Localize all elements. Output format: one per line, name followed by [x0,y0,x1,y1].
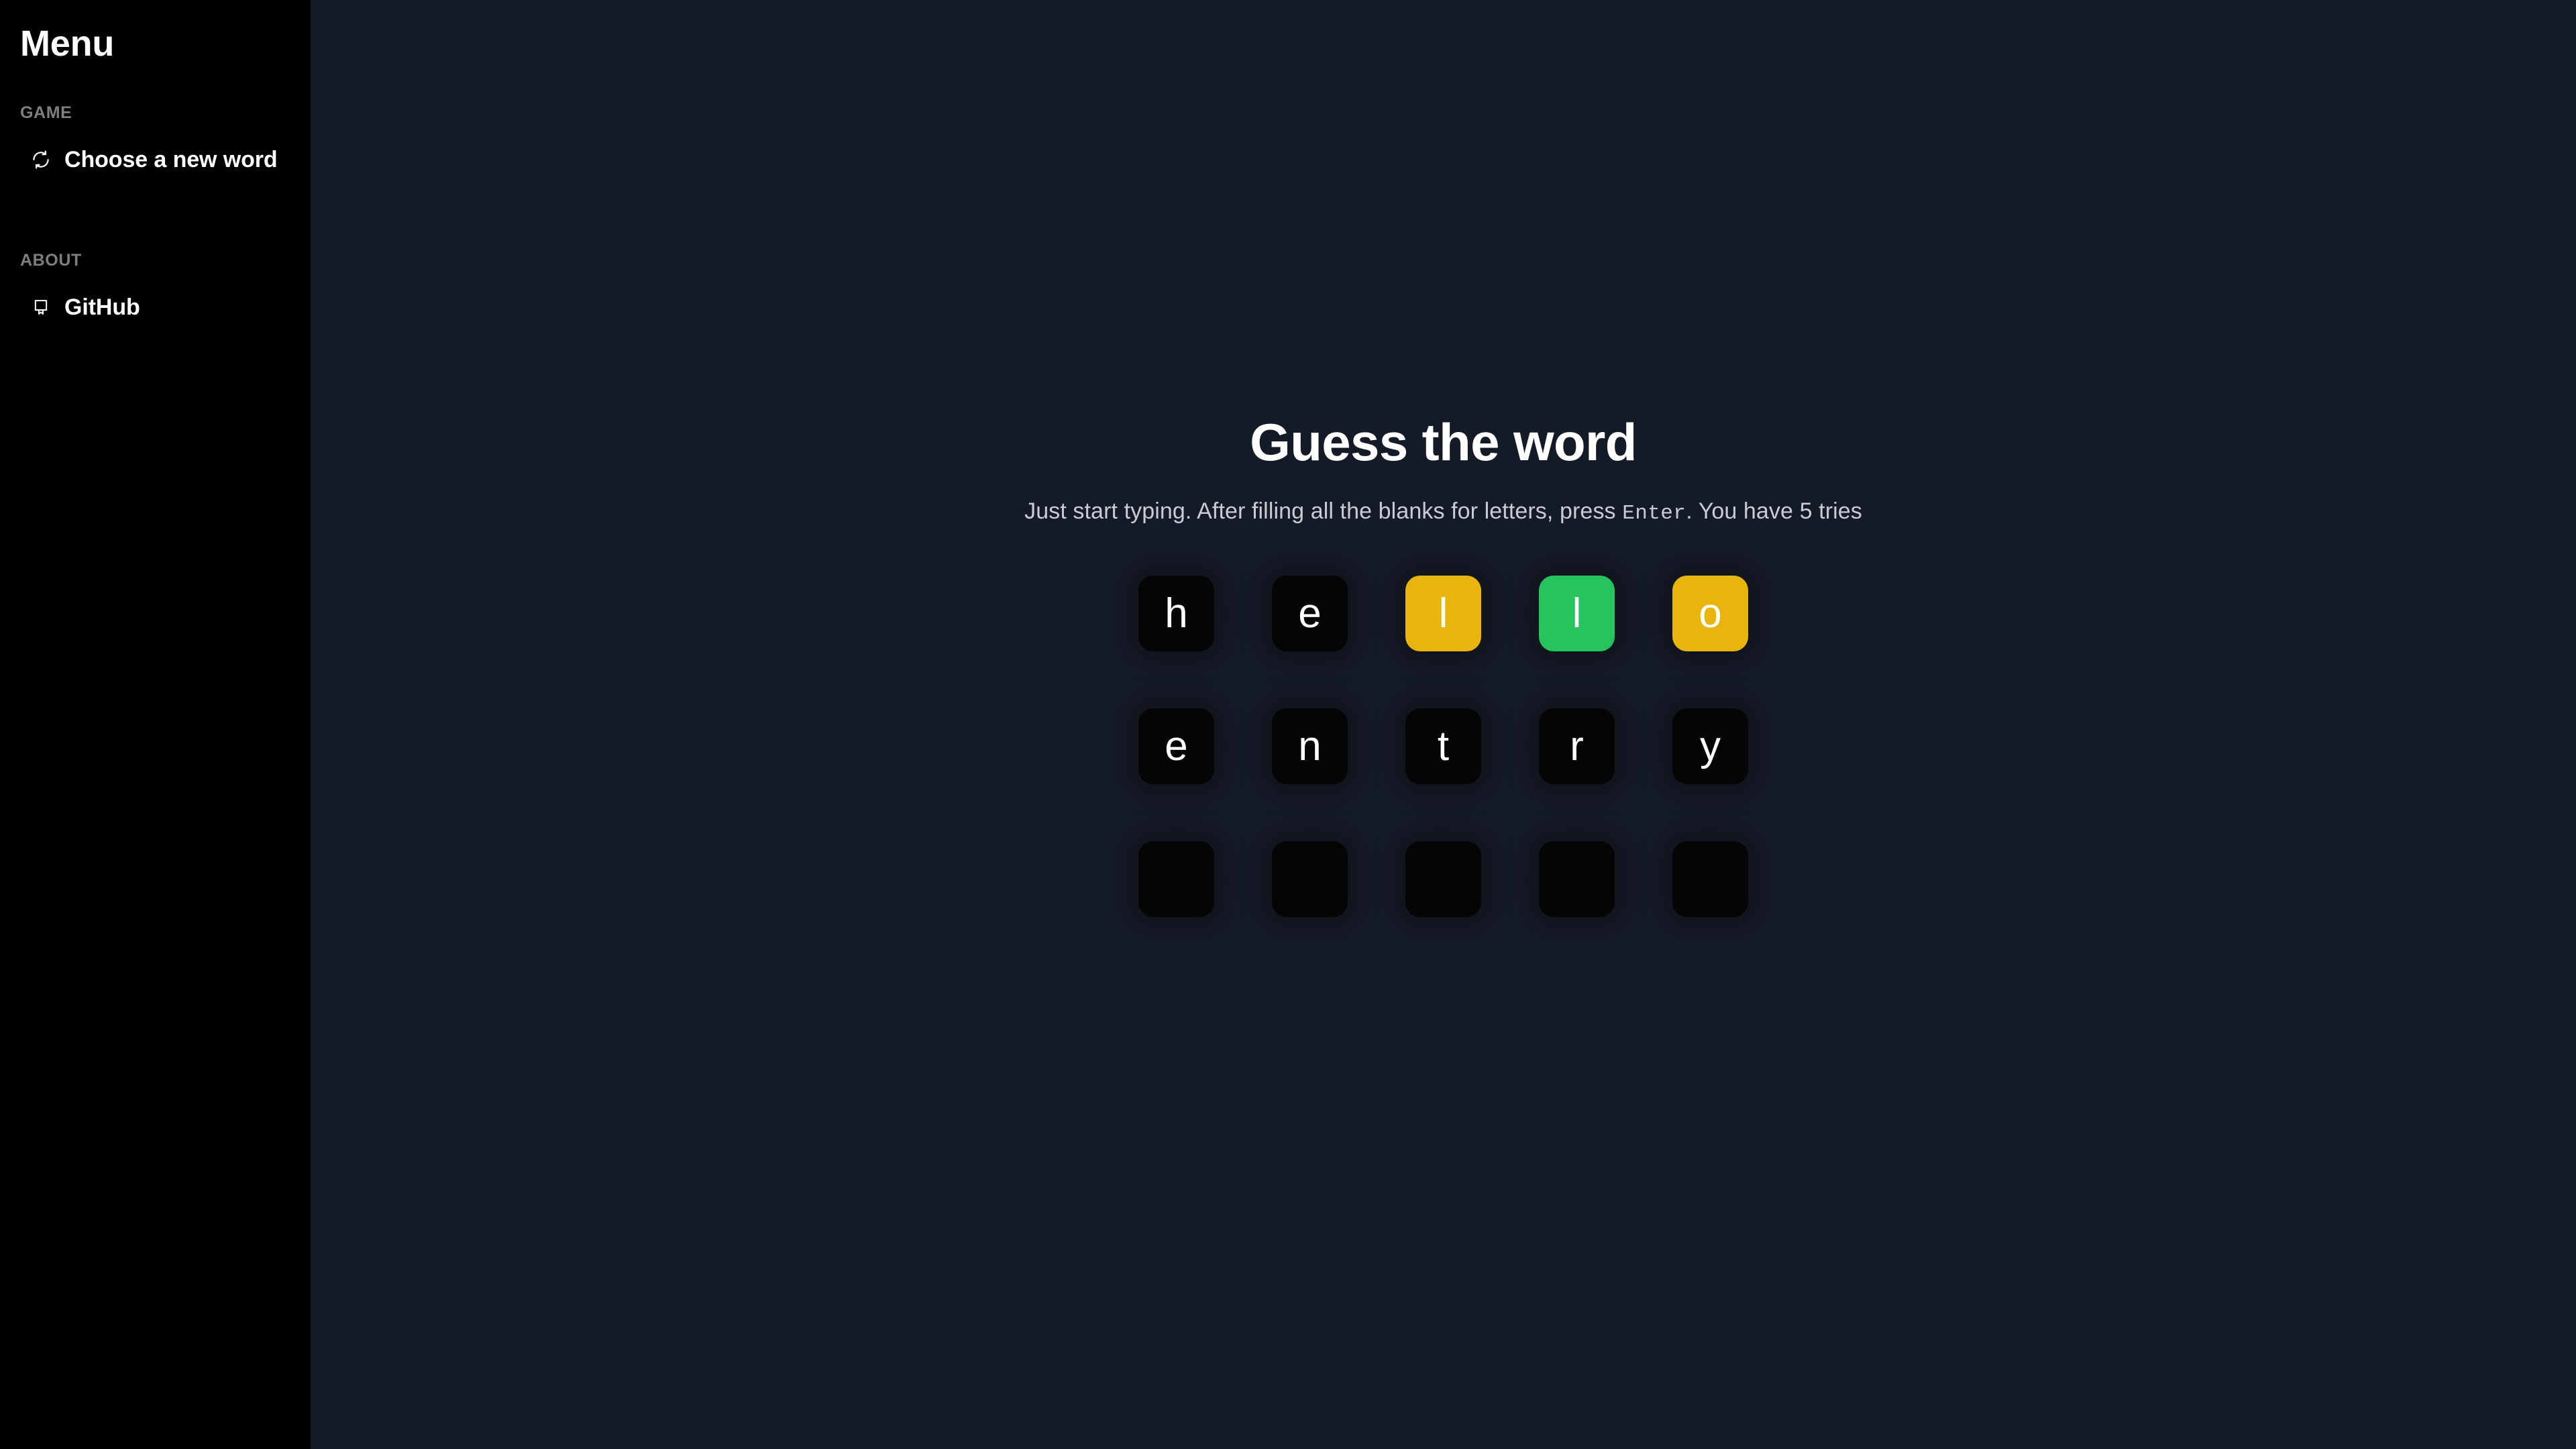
sidebar-item-label-choose-a-new-word: Choose a new word [64,146,278,172]
letter-tile[interactable] [1539,841,1615,918]
sidebar-title: Menu [20,23,115,64]
enter-key-label: Enter [1622,502,1686,525]
game-instructions: Just start typing. After filling all the… [1024,498,1862,526]
letter-tile[interactable]: e [1272,576,1348,652]
game-panel: Guess the word Just start typing. After … [311,413,2576,918]
letter-tile[interactable]: o [1672,576,1748,652]
page-title: Guess the word [1250,413,1637,472]
guess-grid[interactable]: helloentry [1138,576,1748,918]
sidebar-section-label-about: ABOUT [20,250,82,270]
main-content: Guess the word Just start typing. After … [311,0,2576,1449]
letter-tile[interactable]: y [1672,708,1748,785]
sidebar: Menu GAME Choose a new word ABOUT GitHub [0,0,311,1449]
letter-tile[interactable]: h [1138,576,1214,652]
letter-tile[interactable]: l [1405,576,1481,652]
sidebar-section-about: ABOUT GitHub [0,251,311,325]
app-root: Menu GAME Choose a new word ABOUT GitHub… [0,0,2576,1449]
instructions-part-2: . You have 5 tries [1686,498,1862,524]
guess-row: entry [1138,708,1748,785]
sidebar-item-github[interactable]: GitHub [0,290,311,325]
sidebar-item-choose-a-new-word[interactable]: Choose a new word [0,142,311,177]
sidebar-section-label-game: GAME [20,103,72,122]
letter-tile[interactable] [1672,841,1748,918]
letter-tile[interactable] [1138,841,1214,918]
letter-tile[interactable]: n [1272,708,1348,785]
letter-tile[interactable]: l [1539,576,1615,652]
letter-tile[interactable]: r [1539,708,1615,785]
refresh-icon [30,148,52,171]
letter-tile[interactable] [1272,841,1348,918]
letter-tile[interactable]: t [1405,708,1481,785]
letter-tile[interactable] [1405,841,1481,918]
guess-row [1138,841,1748,918]
guess-row: hello [1138,576,1748,652]
letter-tile[interactable]: e [1138,708,1214,785]
book-icon [30,296,52,319]
instructions-part-1: Just start typing. After filling all the… [1024,498,1623,524]
sidebar-section-game: GAME Choose a new word [0,103,311,177]
sidebar-item-label-github: GitHub [64,294,140,320]
